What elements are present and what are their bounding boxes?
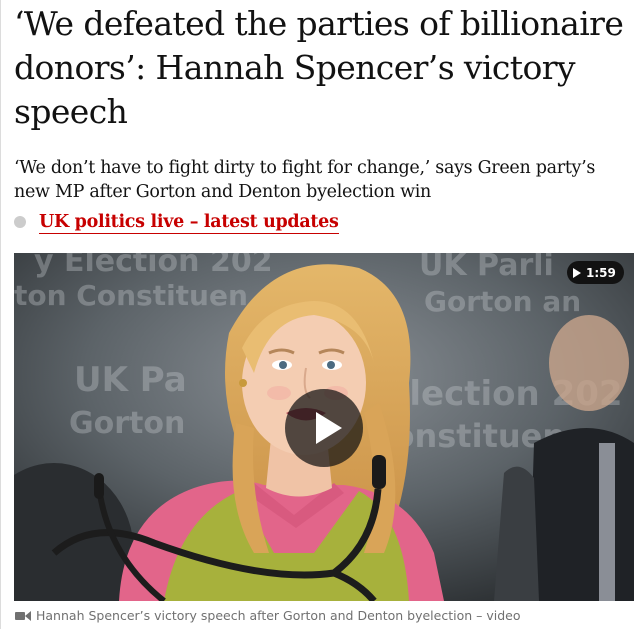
grey-dot-icon [14,216,26,228]
duration-text: 1:59 [586,265,616,280]
backdrop-text: ton Constituen [14,279,248,312]
live-updates-link[interactable]: UK politics live – latest updates [39,211,339,234]
standfirst: ‘We don’t have to fight dirty to fight f… [14,158,596,202]
backdrop-text: y Election 202 [34,253,273,279]
headline: ‘We defeated the parties of billionaire … [14,4,624,131]
caption-text: Hannah Spencer’s victory speech after Go… [36,608,521,623]
video-caption: Hannah Spencer’s victory speech after Go… [15,608,520,623]
video-camera-icon [15,610,31,621]
backdrop-text: Gorton an [424,285,581,318]
live-updates-row: UK politics live – latest updates [14,209,339,235]
video-player[interactable]: y Election 202 ton Constituen UK Parli G… [14,253,634,601]
play-icon [316,412,342,444]
duration-badge: 1:59 [567,261,624,284]
backdrop-text: UK Pa [74,360,187,400]
article-page: ‘We defeated the parties of billionaire … [0,0,643,629]
play-triangle-icon [573,267,581,278]
play-button[interactable] [285,389,363,467]
backdrop-text: Gorton [69,406,185,441]
backdrop-text: UK Parli [419,253,554,283]
